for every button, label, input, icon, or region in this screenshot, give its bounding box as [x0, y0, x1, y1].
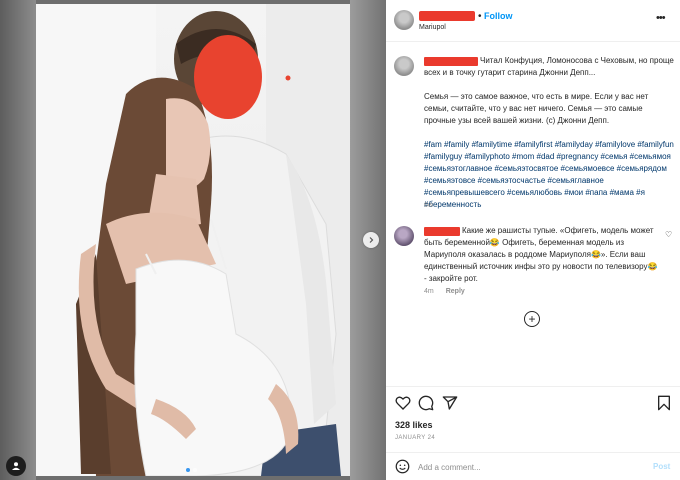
post-date: JANUARY 24	[395, 435, 436, 441]
commenter-avatar[interactable]	[394, 226, 414, 246]
share-icon[interactable]	[442, 395, 458, 411]
commenter-username-redacted[interactable]	[424, 227, 460, 236]
caption-timestamp: 6w	[424, 202, 433, 209]
comment-icon[interactable]	[418, 395, 434, 411]
media-backdrop-left	[0, 0, 36, 480]
comment-timestamp: 4m	[424, 288, 434, 295]
caption-hashtags[interactable]: #fam #family #familytime #familyfirst #f…	[424, 139, 674, 211]
separator-dot: •	[478, 11, 482, 22]
post-details-panel: • Follow Mariupol ••• Читал Конфуция, Ло…	[386, 0, 680, 480]
comment-meta: 4m Reply	[424, 288, 465, 295]
caption-text: Читал Конфуция, Ломоносова с Чеховым, но…	[424, 55, 674, 223]
post-media	[0, 0, 386, 480]
caption-line-2: Семья — это самое важное, что есть в мир…	[424, 92, 649, 125]
chevron-right-icon[interactable]	[363, 232, 379, 248]
bookmark-icon[interactable]	[656, 395, 672, 411]
more-icon[interactable]: •••	[656, 12, 666, 24]
author-username-redacted[interactable]	[419, 11, 475, 21]
plus-circle-icon[interactable]: +	[524, 311, 540, 327]
post-location[interactable]: Mariupol	[419, 24, 446, 31]
carousel-indicator	[186, 468, 197, 472]
carousel-dot-active	[186, 468, 190, 472]
photo-illustration	[36, 4, 350, 476]
like-count[interactable]: 328 likes	[395, 420, 433, 430]
carousel-dot	[193, 468, 197, 472]
reply-button[interactable]: Reply	[446, 288, 465, 295]
post-comment-button[interactable]: Post	[653, 462, 670, 471]
emoji-icon[interactable]	[395, 459, 410, 474]
comment-heart-icon[interactable]: ♡	[665, 230, 672, 239]
caption-username-redacted[interactable]	[424, 57, 478, 66]
follow-button[interactable]: Follow	[484, 11, 513, 21]
comments-section: Читал Конфуция, Ломоносова с Чеховым, но…	[386, 42, 680, 388]
tagged-user-icon[interactable]	[6, 456, 26, 476]
comment-input[interactable]	[418, 460, 638, 474]
caption-author-avatar[interactable]	[394, 56, 414, 76]
add-comment-bar: Post	[386, 452, 680, 480]
post-photo[interactable]	[36, 4, 350, 476]
heart-icon[interactable]	[395, 395, 411, 411]
author-avatar[interactable]	[394, 10, 414, 30]
post-actions: 328 likes JANUARY 24	[386, 386, 680, 452]
post-header: • Follow Mariupol •••	[386, 0, 680, 42]
